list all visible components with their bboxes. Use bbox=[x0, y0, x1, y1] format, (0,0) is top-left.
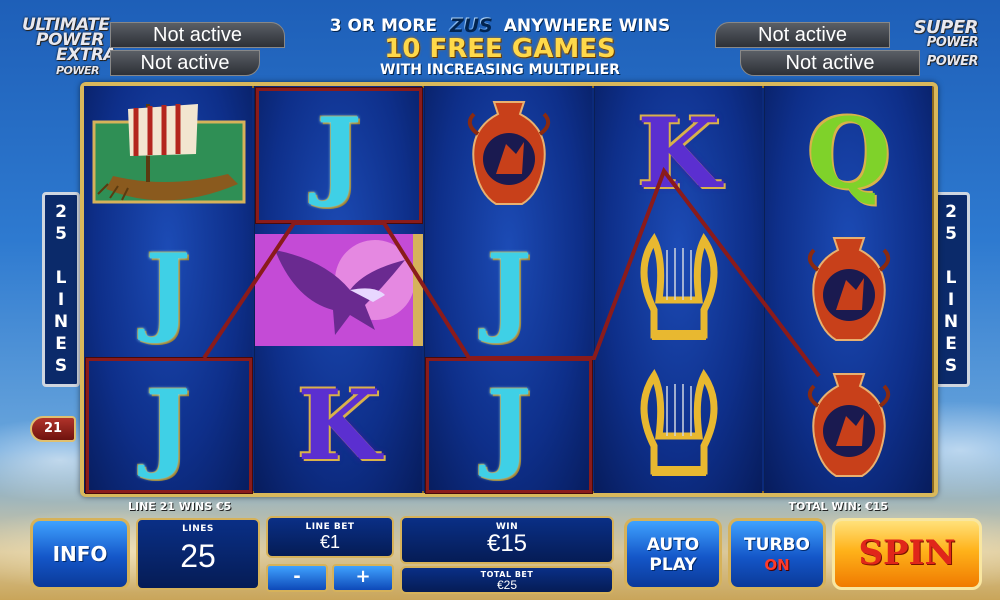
line-bet-panel: LINE BET €1 bbox=[266, 516, 394, 558]
j-letter-icon: J bbox=[145, 232, 191, 346]
symbol-k: K bbox=[255, 358, 423, 493]
lines-caption: LINES bbox=[182, 524, 214, 534]
super-power-logo: SUPER POWER POWER bbox=[913, 17, 979, 70]
free-games-banner: 3 OR MORE ZUS ANYWHERE WINS 10 FREE GAME… bbox=[300, 14, 700, 78]
power-title-line: SUPER bbox=[913, 17, 979, 38]
info-button[interactable]: INFO bbox=[30, 518, 130, 590]
spin-button[interactable]: SPIN bbox=[832, 518, 982, 590]
symbol-vase bbox=[765, 222, 933, 357]
line-bet-caption: LINE BET bbox=[305, 522, 355, 532]
winning-symbol-box bbox=[86, 358, 252, 493]
ultimate-power-logo: ULTIMATE POWER EXTRA POWER bbox=[22, 17, 117, 78]
autoplay-button[interactable]: AUTO PLAY bbox=[624, 518, 722, 590]
increase-bet-button[interactable]: + bbox=[332, 564, 394, 592]
vase-icon bbox=[807, 236, 891, 341]
symbol-eagle bbox=[255, 222, 423, 357]
autoplay-label-2: PLAY bbox=[649, 555, 697, 575]
banner-line-2: 10 FREE GAMES bbox=[384, 34, 616, 64]
win-value: €15 bbox=[486, 530, 528, 557]
banner-line-1-post: ANYWHERE WINS bbox=[503, 16, 671, 36]
j-letter-icon: J bbox=[486, 232, 532, 346]
turbo-button[interactable]: TURBO ON bbox=[728, 518, 826, 590]
line-win-text: LINE 21 WINS €5 bbox=[128, 500, 232, 513]
k-letter-icon: K bbox=[637, 96, 721, 210]
power-title-line: POWER bbox=[56, 64, 100, 77]
zeus-logo: ZUS bbox=[443, 14, 498, 36]
vase-icon bbox=[807, 372, 891, 477]
symbol-j: J bbox=[84, 222, 252, 357]
ultimate-power-status: Not active bbox=[110, 22, 285, 48]
lyre-icon bbox=[640, 368, 718, 476]
turbo-label: TURBO bbox=[744, 535, 810, 555]
lines-value: 25 bbox=[180, 538, 216, 574]
lines-indicator-left: 25 LINES bbox=[42, 192, 80, 387]
winning-symbol-box bbox=[256, 88, 422, 223]
symbol-ship bbox=[84, 86, 252, 221]
total-bet-value: €25 bbox=[496, 578, 518, 592]
line-bet-value: €1 bbox=[319, 532, 341, 552]
turbo-state: ON bbox=[764, 556, 790, 574]
symbol-vase bbox=[765, 358, 933, 493]
symbol-k: K bbox=[595, 86, 763, 221]
power-title-line: EXTRA bbox=[56, 45, 117, 65]
reel-4: K bbox=[594, 86, 762, 493]
banner-line-3: WITH INCREASING MULTIPLIER bbox=[380, 62, 620, 78]
winning-symbol-box bbox=[426, 358, 592, 493]
autoplay-label-1: AUTO bbox=[646, 535, 700, 555]
reels-frame: J J J K J J K Q bbox=[80, 82, 938, 497]
decrease-bet-button[interactable]: - bbox=[266, 564, 328, 592]
vase-icon bbox=[467, 100, 551, 205]
payline-marker[interactable]: 21 bbox=[30, 416, 76, 442]
lyre-icon bbox=[640, 232, 718, 340]
super-power-panel: SUPER POWER POWER Not active Not active bbox=[715, 17, 980, 76]
win-panel: WIN €15 bbox=[400, 516, 614, 564]
super-power-status: Not active bbox=[715, 22, 890, 48]
banner-line-1: 3 OR MORE ZUS ANYWHERE WINS bbox=[300, 14, 700, 36]
q-letter-icon: Q bbox=[807, 96, 891, 210]
lines-panel[interactable]: LINES 25 bbox=[136, 518, 260, 590]
reel-5: Q bbox=[764, 86, 932, 493]
banner-line-1-pre: 3 OR MORE bbox=[329, 16, 438, 36]
eagle-icon bbox=[255, 233, 423, 346]
power-status: Not active bbox=[740, 50, 920, 76]
symbol-vase bbox=[425, 86, 593, 221]
extra-power-status: Not active bbox=[110, 50, 260, 76]
power-title-line: POWER bbox=[926, 54, 979, 69]
ultimate-extra-power-panel: ULTIMATE POWER EXTRA POWER Not active No… bbox=[20, 17, 285, 78]
symbol-j: J bbox=[425, 222, 593, 357]
k-letter-icon: K bbox=[297, 368, 381, 482]
total-win-text: TOTAL WIN: €15 bbox=[788, 500, 888, 513]
total-bet-panel: TOTAL BET €25 bbox=[400, 566, 614, 594]
symbol-lyre bbox=[595, 358, 763, 493]
symbol-lyre bbox=[595, 222, 763, 357]
symbol-q: Q bbox=[765, 86, 933, 221]
ship-icon bbox=[92, 103, 246, 203]
